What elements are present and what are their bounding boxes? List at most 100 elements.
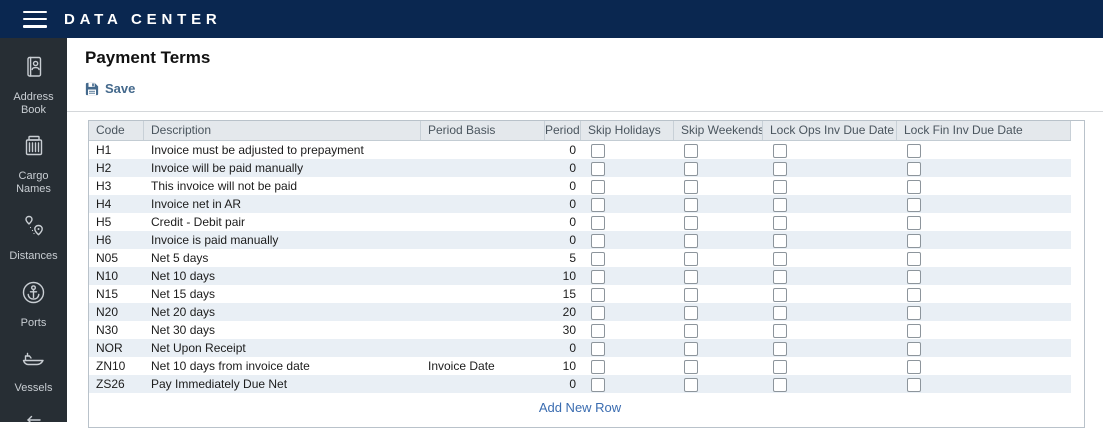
lock-ops-inv-due-date-checkbox[interactable] (773, 270, 787, 284)
code-cell[interactable]: H1 (89, 141, 144, 159)
sidebar-item-address-book[interactable]: Address Book (4, 54, 64, 116)
lock-fin-inv-due-date-checkbox[interactable] (907, 180, 921, 194)
skip-holidays-checkbox[interactable] (591, 162, 605, 176)
lock-fin-inv-due-date-checkbox[interactable] (907, 252, 921, 266)
period-basis-cell[interactable] (421, 177, 545, 195)
code-cell[interactable]: H2 (89, 159, 144, 177)
code-cell[interactable]: H6 (89, 231, 144, 249)
skip-holidays-checkbox[interactable] (591, 288, 605, 302)
period-cell[interactable]: 0 (545, 177, 581, 195)
lock-ops-inv-due-date-checkbox[interactable] (773, 288, 787, 302)
skip-weekends-checkbox[interactable] (684, 306, 698, 320)
skip-holidays-checkbox[interactable] (591, 144, 605, 158)
description-cell[interactable]: Net 20 days (144, 303, 421, 321)
lock-fin-inv-due-date-checkbox[interactable] (907, 144, 921, 158)
save-button[interactable]: Save (85, 81, 135, 96)
period-basis-cell[interactable] (421, 267, 545, 285)
period-basis-cell[interactable] (421, 303, 545, 321)
skip-weekends-checkbox[interactable] (684, 180, 698, 194)
lock-fin-inv-due-date-checkbox[interactable] (907, 162, 921, 176)
period-basis-cell[interactable] (421, 141, 545, 159)
code-cell[interactable]: N30 (89, 321, 144, 339)
skip-weekends-checkbox[interactable] (684, 342, 698, 356)
code-cell[interactable]: H5 (89, 213, 144, 231)
period-basis-cell[interactable] (421, 339, 545, 357)
skip-holidays-checkbox[interactable] (591, 342, 605, 356)
sidebar-item-vessels[interactable]: Vessels (4, 347, 64, 395)
description-cell[interactable]: Invoice is paid manually (144, 231, 421, 249)
lock-ops-inv-due-date-checkbox[interactable] (773, 252, 787, 266)
period-cell[interactable]: 0 (545, 231, 581, 249)
description-cell[interactable]: This invoice will not be paid (144, 177, 421, 195)
lock-fin-inv-due-date-checkbox[interactable] (907, 234, 921, 248)
hamburger-menu-icon[interactable] (23, 11, 47, 28)
skip-weekends-checkbox[interactable] (684, 324, 698, 338)
period-cell[interactable]: 0 (545, 159, 581, 177)
skip-holidays-checkbox[interactable] (591, 234, 605, 248)
skip-weekends-checkbox[interactable] (684, 198, 698, 212)
period-cell[interactable]: 0 (545, 375, 581, 393)
code-cell[interactable]: N05 (89, 249, 144, 267)
skip-holidays-checkbox[interactable] (591, 270, 605, 284)
period-basis-cell[interactable] (421, 231, 545, 249)
period-basis-cell[interactable] (421, 249, 545, 267)
lock-ops-inv-due-date-checkbox[interactable] (773, 180, 787, 194)
lock-ops-inv-due-date-checkbox[interactable] (773, 234, 787, 248)
sidebar-item-distances[interactable]: Distances (4, 213, 64, 263)
skip-holidays-checkbox[interactable] (591, 198, 605, 212)
description-cell[interactable]: Invoice will be paid manually (144, 159, 421, 177)
lock-ops-inv-due-date-checkbox[interactable] (773, 360, 787, 374)
lock-fin-inv-due-date-checkbox[interactable] (907, 360, 921, 374)
description-cell[interactable]: Invoice net in AR (144, 195, 421, 213)
skip-weekends-checkbox[interactable] (684, 144, 698, 158)
skip-holidays-checkbox[interactable] (591, 360, 605, 374)
skip-weekends-checkbox[interactable] (684, 216, 698, 230)
code-cell[interactable]: ZS26 (89, 375, 144, 393)
code-cell[interactable]: NOR (89, 339, 144, 357)
period-basis-cell[interactable] (421, 213, 545, 231)
lock-fin-inv-due-date-checkbox[interactable] (907, 306, 921, 320)
skip-holidays-checkbox[interactable] (591, 180, 605, 194)
skip-weekends-checkbox[interactable] (684, 252, 698, 266)
description-cell[interactable]: Net 30 days (144, 321, 421, 339)
period-cell[interactable]: 0 (545, 141, 581, 159)
description-cell[interactable]: Net 15 days (144, 285, 421, 303)
period-basis-cell[interactable]: Invoice Date (421, 357, 545, 375)
code-cell[interactable]: H3 (89, 177, 144, 195)
description-cell[interactable]: Net 10 days from invoice date (144, 357, 421, 375)
period-basis-cell[interactable] (421, 285, 545, 303)
skip-holidays-checkbox[interactable] (591, 378, 605, 392)
description-cell[interactable]: Net 10 days (144, 267, 421, 285)
period-cell[interactable]: 0 (545, 213, 581, 231)
skip-weekends-checkbox[interactable] (684, 360, 698, 374)
period-cell[interactable]: 10 (545, 267, 581, 285)
code-cell[interactable]: H4 (89, 195, 144, 213)
period-basis-cell[interactable] (421, 159, 545, 177)
lock-ops-inv-due-date-checkbox[interactable] (773, 306, 787, 320)
period-cell[interactable]: 15 (545, 285, 581, 303)
lock-ops-inv-due-date-checkbox[interactable] (773, 342, 787, 356)
lock-ops-inv-due-date-checkbox[interactable] (773, 198, 787, 212)
skip-weekends-checkbox[interactable] (684, 162, 698, 176)
lock-fin-inv-due-date-checkbox[interactable] (907, 378, 921, 392)
period-basis-cell[interactable] (421, 375, 545, 393)
skip-weekends-checkbox[interactable] (684, 234, 698, 248)
period-cell[interactable]: 5 (545, 249, 581, 267)
lock-ops-inv-due-date-checkbox[interactable] (773, 216, 787, 230)
period-cell[interactable]: 0 (545, 195, 581, 213)
add-new-row-button[interactable]: Add New Row (89, 400, 1071, 415)
lock-fin-inv-due-date-checkbox[interactable] (907, 198, 921, 212)
skip-holidays-checkbox[interactable] (591, 324, 605, 338)
period-cell[interactable]: 10 (545, 357, 581, 375)
skip-holidays-checkbox[interactable] (591, 306, 605, 320)
lock-fin-inv-due-date-checkbox[interactable] (907, 342, 921, 356)
skip-holidays-checkbox[interactable] (591, 216, 605, 230)
lock-fin-inv-due-date-checkbox[interactable] (907, 324, 921, 338)
code-cell[interactable]: N10 (89, 267, 144, 285)
description-cell[interactable]: Invoice must be adjusted to prepayment (144, 141, 421, 159)
code-cell[interactable]: N15 (89, 285, 144, 303)
sidebar-item-exchange[interactable] (21, 411, 47, 422)
sidebar-item-ports[interactable]: Ports (4, 279, 64, 330)
lock-ops-inv-due-date-checkbox[interactable] (773, 144, 787, 158)
period-basis-cell[interactable] (421, 195, 545, 213)
